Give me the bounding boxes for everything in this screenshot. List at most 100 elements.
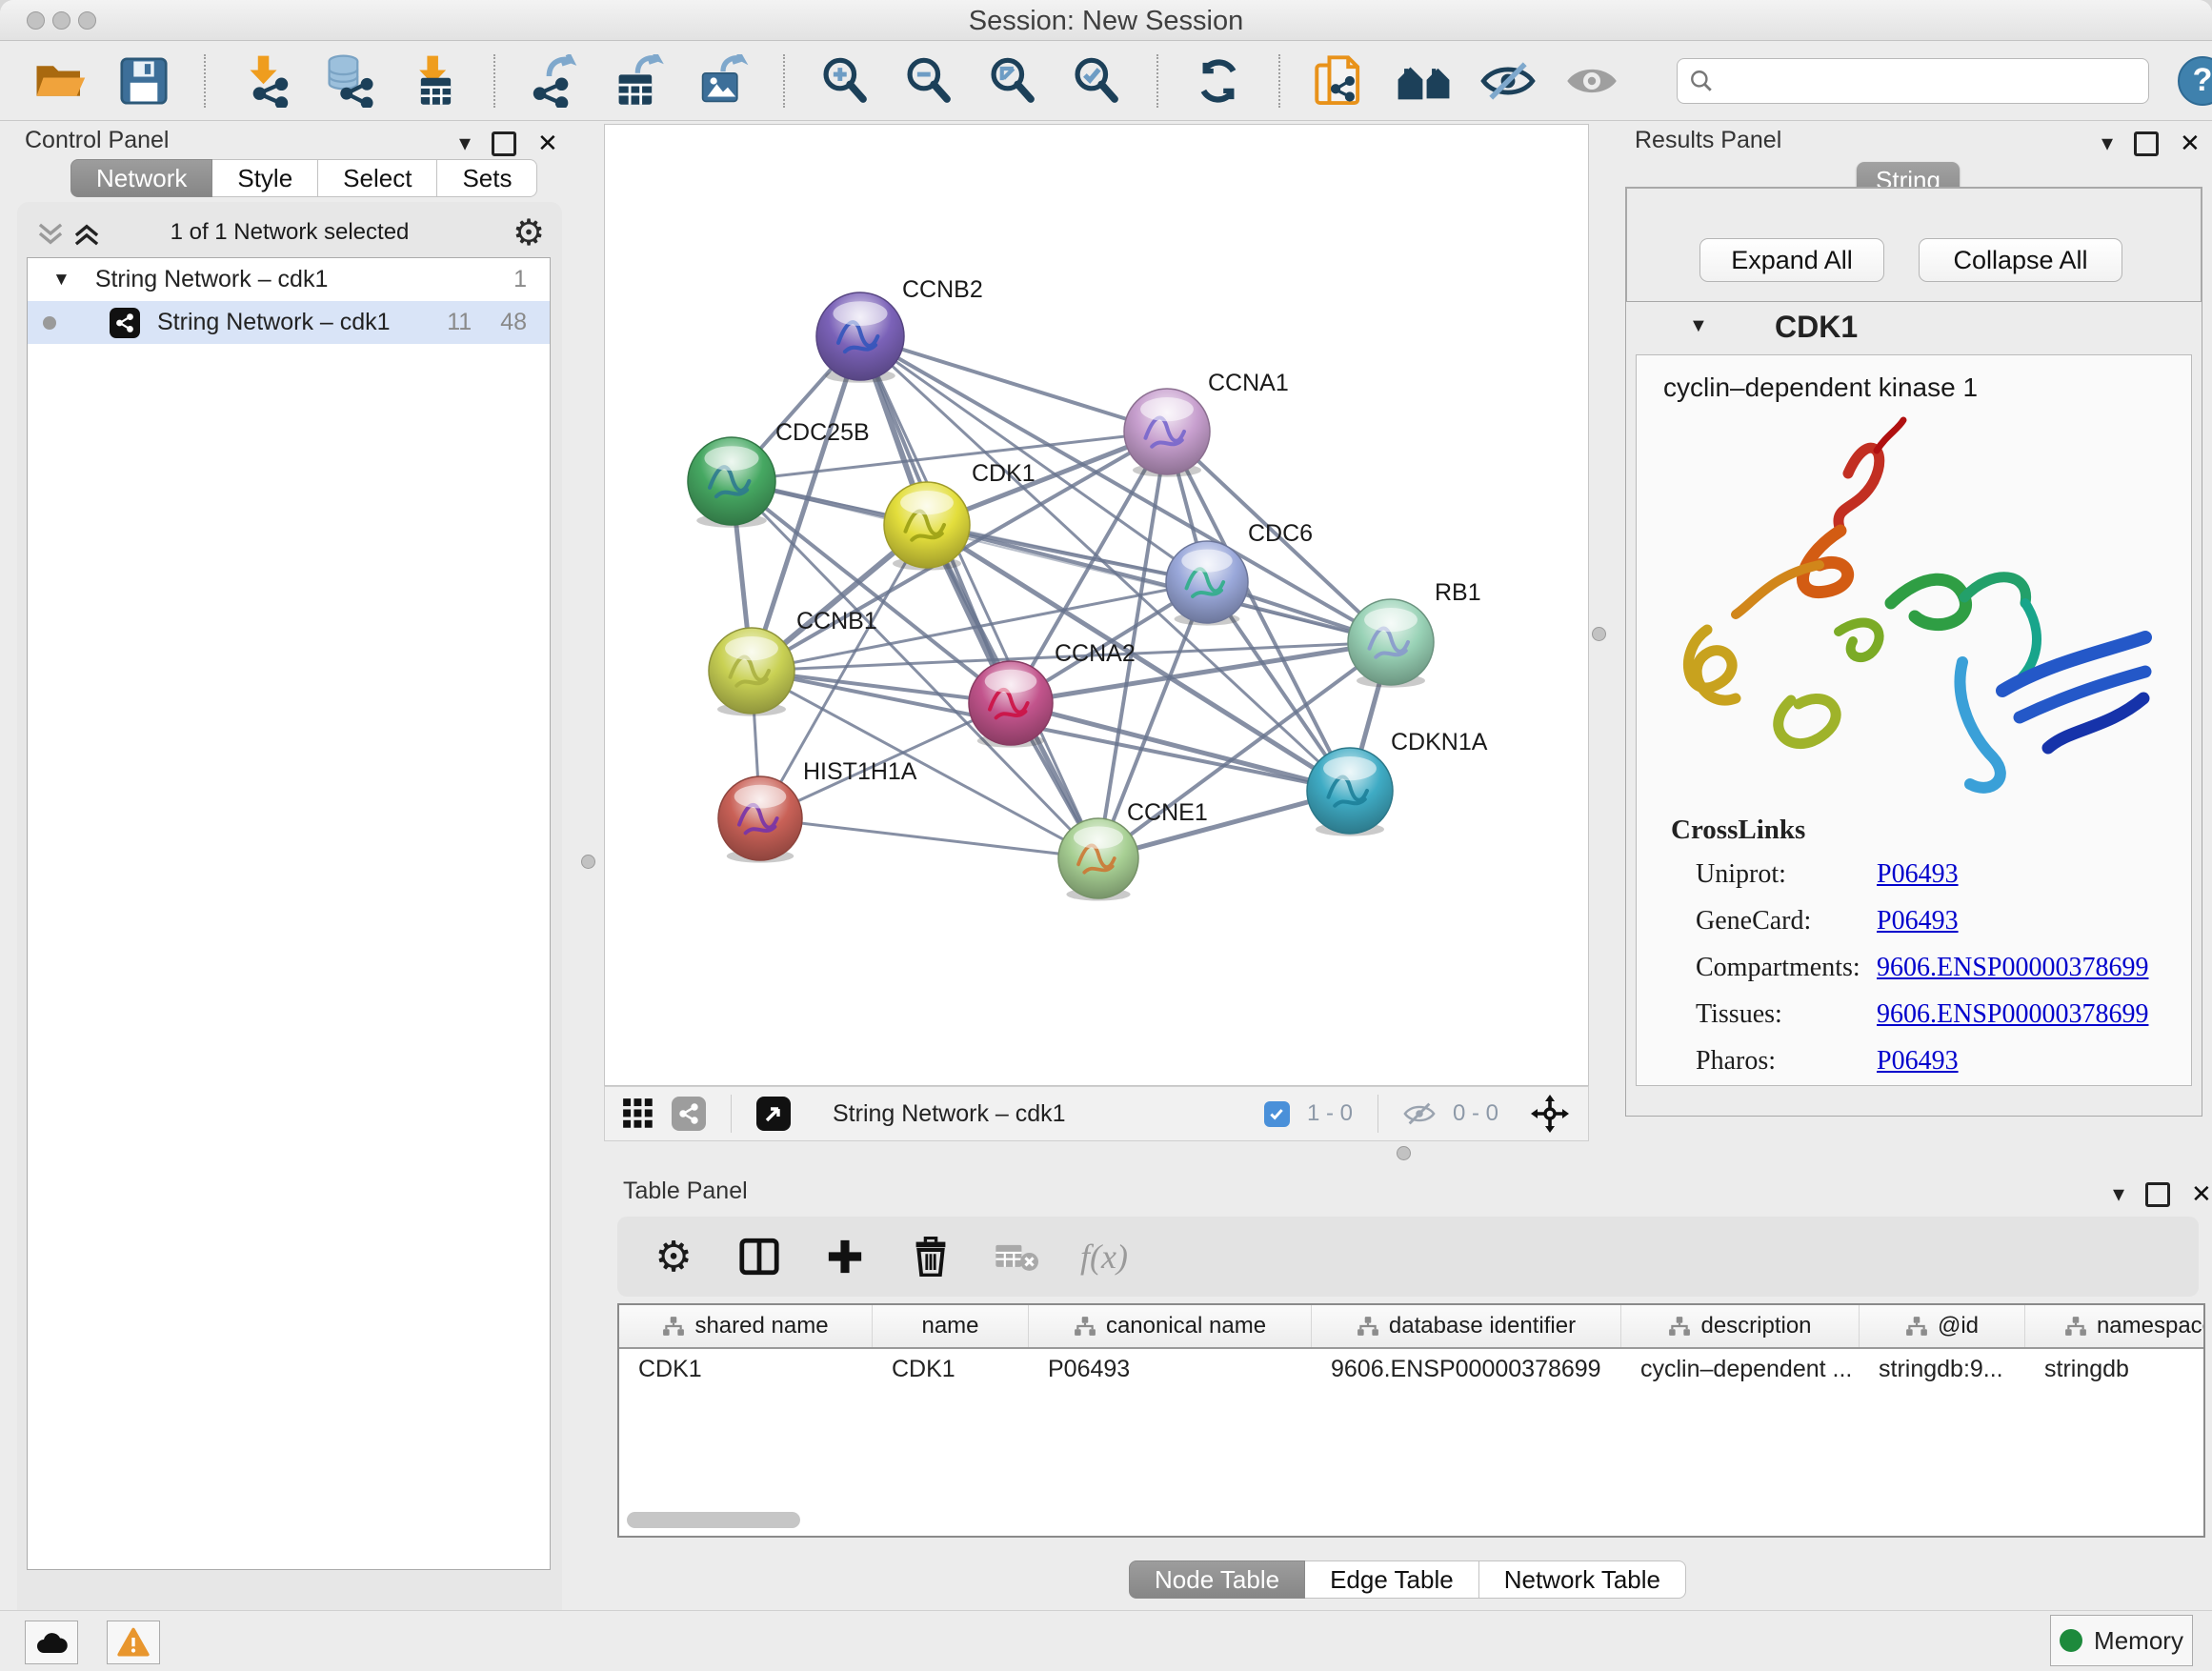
collapse-all-button[interactable]: Collapse All <box>1919 238 2122 282</box>
cell-description[interactable]: cyclin–dependent ... <box>1621 1356 1860 1383</box>
network-type-icon <box>110 308 140 338</box>
network-edge-CCNB2-CCNA1[interactable] <box>860 336 1167 432</box>
network-collection-row[interactable]: ▼ String Network – cdk1 1 <box>28 258 550 301</box>
network-node-CDC6[interactable] <box>1166 541 1248 626</box>
network-overview-icon[interactable] <box>672 1097 706 1131</box>
cell-id[interactable]: stringdb:9... <box>1860 1356 2025 1383</box>
protein-name: CDK1 <box>1775 310 1858 345</box>
panel-float-icon[interactable] <box>2145 1182 2170 1207</box>
collection-expand-icon[interactable]: ▼ <box>52 270 70 291</box>
delete-table-icon[interactable] <box>995 1235 1038 1278</box>
panel-float-icon[interactable] <box>492 131 516 156</box>
table-horizontal-scrollbar[interactable] <box>627 1512 800 1528</box>
network-node-CDK1[interactable] <box>884 482 970 571</box>
crosslink-link[interactable]: P06493 <box>1877 906 1959 936</box>
refresh-icon[interactable] <box>1191 53 1246 109</box>
column-header-description[interactable]: description <box>1621 1305 1860 1347</box>
right-splitter-handle[interactable] <box>1592 627 1606 641</box>
panel-menu-icon[interactable]: ▾ <box>2101 130 2113 157</box>
delete-column-icon[interactable] <box>909 1235 953 1278</box>
import-table-icon[interactable] <box>406 53 461 109</box>
hidden-items-icon[interactable] <box>1403 1101 1436 1126</box>
network-node-CDKN1A[interactable] <box>1307 748 1393 836</box>
zoom-fit-icon[interactable] <box>985 53 1040 109</box>
panel-close-icon[interactable]: ✕ <box>2191 1179 2212 1209</box>
search-input[interactable] <box>1721 67 2137 95</box>
tab-select[interactable]: Select <box>318 159 437 197</box>
hide-selected-icon[interactable] <box>1480 53 1536 109</box>
tab-network-table[interactable]: Network Table <box>1479 1560 1686 1599</box>
crosslink-link[interactable]: P06493 <box>1877 1046 1959 1077</box>
save-session-icon[interactable] <box>116 53 171 109</box>
horizontal-splitter-handle[interactable] <box>1397 1146 1411 1160</box>
panel-close-icon[interactable]: ✕ <box>2180 129 2201 158</box>
network-node-CCNA2[interactable] <box>969 661 1053 748</box>
column-header-shared-name[interactable]: shared name <box>619 1305 873 1347</box>
tab-node-table[interactable]: Node Table <box>1129 1560 1305 1599</box>
crosslink-link[interactable]: 9606.ENSP00000378699 <box>1877 999 2148 1030</box>
import-network-file-icon[interactable] <box>238 53 293 109</box>
function-builder-icon[interactable]: f(x) <box>1080 1237 1128 1277</box>
network-view-canvas[interactable]: CCNB2CCNA1CDC25BCDK1CDC6RB1CCNB1CCNA2CDK… <box>604 124 1589 1086</box>
left-splitter-handle[interactable] <box>581 855 595 869</box>
network-edge-CCNE1-HIST1H1A[interactable] <box>760 818 1098 858</box>
memory-button[interactable]: Memory <box>2050 1615 2193 1666</box>
network-graph[interactable]: CCNB2CCNA1CDC25BCDK1CDC6RB1CCNB1CCNA2CDK… <box>605 125 1588 1085</box>
new-network-from-selection-icon[interactable] <box>1313 53 1368 109</box>
first-neighbors-icon[interactable] <box>1397 53 1452 109</box>
panel-float-icon[interactable] <box>2134 131 2159 156</box>
zoom-out-icon[interactable] <box>901 53 956 109</box>
cell-database-identifier[interactable]: 9606.ENSP00000378699 <box>1312 1356 1621 1383</box>
zoom-in-icon[interactable] <box>817 53 873 109</box>
cell-canonical-name[interactable]: P06493 <box>1029 1356 1312 1383</box>
column-header-database-identifier[interactable]: database identifier <box>1312 1305 1621 1347</box>
column-header-namespace[interactable]: namespace <box>2025 1305 2205 1347</box>
tab-style[interactable]: Style <box>212 159 318 197</box>
warnings-button[interactable] <box>107 1621 160 1664</box>
zoom-selected-icon[interactable] <box>1069 53 1124 109</box>
expand-all-button[interactable]: Expand All <box>1699 238 1884 282</box>
create-column-icon[interactable] <box>823 1235 867 1278</box>
protein-structure-image <box>1648 413 2182 809</box>
export-network-icon[interactable] <box>528 53 583 109</box>
help-button[interactable]: ? <box>2178 56 2212 106</box>
horizontal-splitter[interactable] <box>604 1141 2212 1164</box>
cell-shared-name[interactable]: CDK1 <box>619 1356 873 1383</box>
open-in-new-window-icon[interactable] <box>756 1097 791 1131</box>
birds-eye-view-icon[interactable] <box>622 1097 654 1130</box>
panel-menu-icon[interactable]: ▾ <box>459 130 471 157</box>
table-options-gear-icon[interactable]: ⚙ <box>652 1235 695 1278</box>
cell-namespace[interactable]: stringdb <box>2025 1356 2205 1383</box>
column-header-canonical-name[interactable]: canonical name <box>1029 1305 1312 1347</box>
fit-content-icon[interactable] <box>1529 1093 1571 1135</box>
network-row[interactable]: String Network – cdk1 11 48 <box>28 301 550 344</box>
table-row[interactable]: CDK1 CDK1 P06493 9606.ENSP00000378699 cy… <box>619 1349 2203 1389</box>
network-node-HIST1H1A[interactable] <box>718 776 802 863</box>
crosslink-link[interactable]: 9606.ENSP00000378699 <box>1877 953 2148 983</box>
network-options-gear-icon[interactable]: ⚙ <box>513 211 545 254</box>
cell-name[interactable]: CDK1 <box>873 1356 1029 1383</box>
export-table-icon[interactable] <box>612 53 667 109</box>
tab-edge-table[interactable]: Edge Table <box>1305 1560 1479 1599</box>
export-image-icon[interactable] <box>695 53 751 109</box>
panel-close-icon[interactable]: ✕ <box>537 129 558 158</box>
node-table[interactable]: shared name name canonical name database… <box>617 1303 2205 1538</box>
import-network-database-icon[interactable] <box>322 53 377 109</box>
crosslink-link[interactable]: P06493 <box>1877 859 1959 890</box>
show-columns-icon[interactable] <box>737 1235 781 1278</box>
cloud-status-button[interactable] <box>25 1621 78 1664</box>
network-node-CCNE1[interactable] <box>1058 818 1138 901</box>
network-node-CCNB1[interactable] <box>709 628 794 716</box>
network-node-CCNA1[interactable] <box>1124 389 1210 477</box>
section-collapse-icon[interactable]: ▼ <box>1689 315 1708 337</box>
column-header-id[interactable]: @id <box>1860 1305 2025 1347</box>
search-field[interactable] <box>1677 58 2149 104</box>
column-header-name[interactable]: name <box>873 1305 1029 1347</box>
tab-sets[interactable]: Sets <box>437 159 537 197</box>
tab-network[interactable]: Network <box>70 159 212 197</box>
open-session-icon[interactable] <box>32 53 88 109</box>
selected-items-icon[interactable] <box>1264 1101 1290 1127</box>
show-all-icon[interactable] <box>1564 53 1619 109</box>
network-node-RB1[interactable] <box>1348 599 1434 688</box>
panel-menu-icon[interactable]: ▾ <box>2113 1180 2124 1208</box>
